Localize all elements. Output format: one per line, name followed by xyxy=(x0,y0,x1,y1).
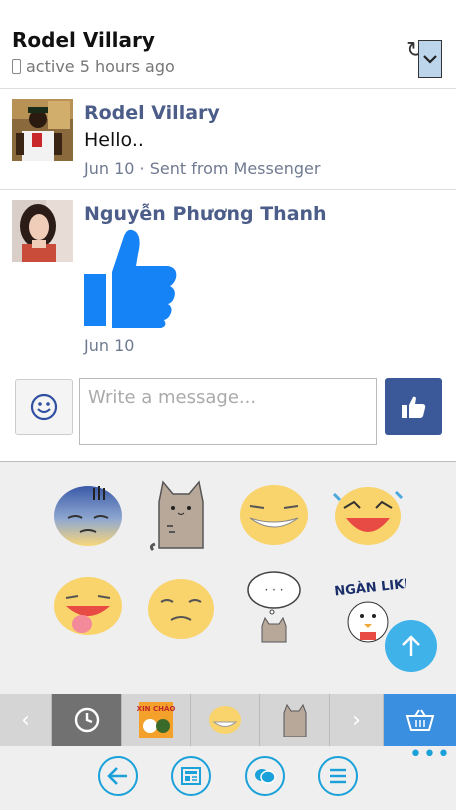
sticker-sleepy-face[interactable] xyxy=(52,480,124,552)
grinning-face-icon xyxy=(209,706,241,734)
smiley-icon xyxy=(30,393,58,421)
avatar[interactable] xyxy=(12,200,73,262)
basket-icon xyxy=(405,709,435,731)
arrow-up-icon xyxy=(402,635,420,656)
chevron-down-icon xyxy=(423,55,437,64)
hamburger-icon xyxy=(330,768,346,784)
sticker-grinning-face[interactable] xyxy=(238,482,310,554)
dropdown-button[interactable] xyxy=(418,40,442,78)
tab-xin-chao-pack[interactable]: XIN CHÀO xyxy=(122,694,191,746)
sticker-laughing-face[interactable] xyxy=(330,482,404,554)
thumbs-up-icon xyxy=(84,229,177,328)
chat-bubbles-icon xyxy=(255,769,276,784)
chevron-left-icon: ‹ xyxy=(21,707,30,733)
message-meta: Jun 10 · Sent from Messenger xyxy=(84,159,321,178)
avatar[interactable] xyxy=(12,99,73,161)
tab-prev[interactable]: ‹ xyxy=(0,694,52,746)
thumbs-up-icon xyxy=(401,396,425,418)
app-bar: ••• xyxy=(0,742,456,810)
tab-pusheen-pack[interactable] xyxy=(260,694,330,746)
ngan-like-text: NGÀN LIKE xyxy=(334,575,406,599)
chevron-right-icon: › xyxy=(352,707,361,733)
tab-next[interactable]: › xyxy=(330,694,384,746)
status-strip xyxy=(0,0,456,10)
sticker-tongue-out-face[interactable] xyxy=(52,574,124,646)
xin-chao-label: XIN CHÀO xyxy=(137,704,175,713)
sticker-store-button[interactable] xyxy=(384,694,456,746)
clock-icon xyxy=(74,707,99,733)
tab-emoji-pack[interactable] xyxy=(191,694,260,746)
scroll-up-button[interactable] xyxy=(385,620,437,672)
back-button[interactable] xyxy=(98,756,138,796)
compose-bar: Write a message... xyxy=(0,370,456,460)
cat-icon xyxy=(283,703,306,737)
newspaper-icon xyxy=(181,767,201,785)
active-status: active 5 hours ago xyxy=(12,57,175,76)
message-input[interactable]: Write a message... xyxy=(79,378,377,445)
emoji-button[interactable] xyxy=(15,379,73,435)
more-options-button[interactable]: ••• xyxy=(409,742,451,767)
back-arrow-icon xyxy=(107,767,127,785)
phone-icon xyxy=(12,59,21,74)
sender-name[interactable]: Rodel Villary xyxy=(84,102,220,124)
like-button[interactable] xyxy=(385,378,442,435)
chat-button[interactable] xyxy=(245,756,285,796)
sticker-panel: · · · NGÀN LIKE xyxy=(0,461,456,695)
conversation-header: Rodel Villary active 5 hours ago ↻ xyxy=(0,12,456,89)
thumbs-up-sticker xyxy=(84,228,178,328)
message-text: Hello.. xyxy=(84,129,144,151)
active-status-text: active 5 hours ago xyxy=(26,57,175,76)
sender-name[interactable]: Nguyễn Phương Thanh xyxy=(84,203,327,225)
menu-button[interactable] xyxy=(318,756,358,796)
sticker-pusheen-cat[interactable] xyxy=(145,476,217,552)
contact-name: Rodel Villary xyxy=(12,28,155,52)
sticker-thinking-cat[interactable]: · · · xyxy=(238,568,310,643)
xin-chao-sticker-icon: XIN CHÀO xyxy=(137,702,175,738)
message-item: Nguyễn Phương Thanh Jun 10 xyxy=(0,190,456,365)
news-feed-button[interactable] xyxy=(171,756,211,796)
tab-recent[interactable] xyxy=(52,694,122,746)
thought-text: · · · xyxy=(264,583,283,597)
message-meta: Jun 10 xyxy=(84,336,135,355)
sticker-worried-face[interactable] xyxy=(145,576,217,648)
sticker-tab-bar: ‹ XIN CHÀO › xyxy=(0,694,456,746)
message-item: Rodel Villary Hello.. Jun 10 · Sent from… xyxy=(0,89,456,190)
